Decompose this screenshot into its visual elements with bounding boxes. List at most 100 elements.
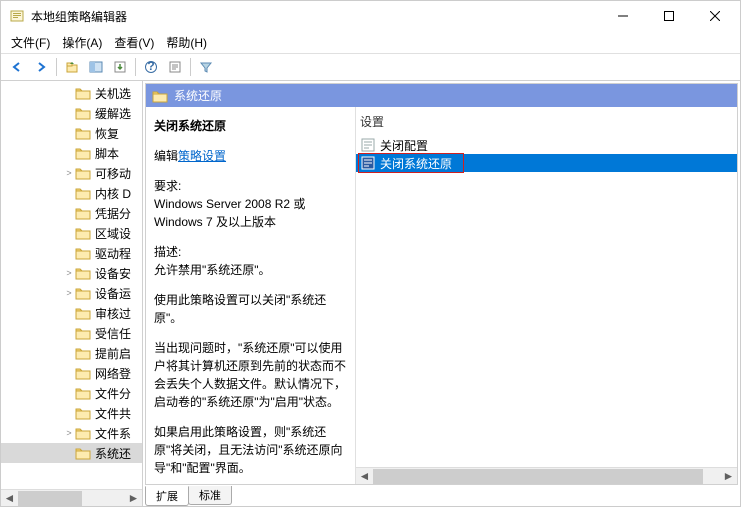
tree-item-label: 设备安	[95, 265, 131, 282]
tree-item-label: 内核 D	[95, 185, 131, 202]
tree-item[interactable]: 受信任	[1, 323, 142, 343]
tree-item[interactable]: 提前启	[1, 343, 142, 363]
settings-header: 设置	[356, 107, 737, 136]
folder-icon	[75, 166, 91, 180]
tree-item[interactable]: 缓解选	[1, 103, 142, 123]
folder-icon	[75, 386, 91, 400]
tree-item-label: 缓解选	[95, 105, 131, 122]
folder-icon	[75, 86, 91, 100]
expander-icon[interactable]: >	[63, 168, 75, 178]
tree-item-label: 系统还	[95, 445, 131, 462]
tree-item[interactable]: > 可移动	[1, 163, 142, 183]
settings-hscrollbar[interactable]: ◄ ►	[356, 467, 737, 484]
scroll-thumb[interactable]	[18, 491, 82, 506]
folder-icon	[75, 326, 91, 340]
help-button[interactable]: ?	[140, 56, 162, 78]
setting-item[interactable]: 关闭配置	[356, 136, 737, 154]
tree-item[interactable]: 文件共	[1, 403, 142, 423]
tree-item-label: 脚本	[95, 145, 119, 162]
back-button[interactable]	[6, 56, 28, 78]
minimize-button[interactable]	[600, 1, 646, 31]
scroll-track[interactable]	[18, 491, 125, 506]
folder-icon	[75, 106, 91, 120]
tree-item[interactable]: 脚本	[1, 143, 142, 163]
expander-icon[interactable]: >	[63, 428, 75, 438]
tree-item-label: 驱动程	[95, 245, 131, 262]
setting-item[interactable]: 关闭系统还原	[356, 154, 737, 172]
tree-item[interactable]: 区域设	[1, 223, 142, 243]
folder-icon	[75, 206, 91, 220]
description-text-4: 如果启用此策略设置，则"系统还原"将关闭，且无法访问"系统还原向导"和"配置"界…	[154, 423, 347, 477]
expander-icon[interactable]: >	[63, 288, 75, 298]
toolbar: ?	[1, 53, 740, 81]
tree-item[interactable]: 驱动程	[1, 243, 142, 263]
scroll-thumb[interactable]	[373, 469, 703, 484]
detail-split: 关闭系统还原 编辑策略设置 要求: Windows Server 2008 R2…	[146, 107, 737, 484]
up-button[interactable]	[61, 56, 83, 78]
scroll-track[interactable]	[373, 469, 720, 484]
setting-label: 关闭配置	[380, 137, 428, 154]
tree-item-label: 受信任	[95, 325, 131, 342]
tree-item-label: 恢复	[95, 125, 119, 142]
folder-icon	[75, 226, 91, 240]
tree-item-label: 文件系	[95, 425, 131, 442]
tree-item[interactable]: > 设备安	[1, 263, 142, 283]
scroll-left-button[interactable]: ◄	[1, 491, 18, 506]
folder-icon	[75, 126, 91, 140]
tab-extended[interactable]: 扩展	[145, 486, 189, 506]
edit-line: 编辑策略设置	[154, 147, 347, 165]
folder-icon	[75, 246, 91, 260]
description-label: 描述: 允许禁用"系统还原"。	[154, 243, 347, 279]
settings-list[interactable]: 关闭配置关闭系统还原	[356, 136, 737, 467]
export-button[interactable]	[109, 56, 131, 78]
edit-policy-link[interactable]: 策略设置	[178, 149, 226, 163]
policy-icon	[360, 137, 376, 153]
tree-pane: 关机选缓解选恢复脚本 > 可移动内核 D凭据分区域设驱动程 > 设备安 > 设备运审核过受信…	[1, 81, 143, 506]
tree-item[interactable]: 恢复	[1, 123, 142, 143]
folder-icon	[75, 306, 91, 320]
description-pane: 关闭系统还原 编辑策略设置 要求: Windows Server 2008 R2…	[146, 107, 356, 484]
tab-standard[interactable]: 标准	[188, 486, 232, 505]
close-button[interactable]	[692, 1, 738, 31]
expander-icon[interactable]: >	[63, 268, 75, 278]
forward-button[interactable]	[30, 56, 52, 78]
tree-item[interactable]: 文件分	[1, 383, 142, 403]
scroll-left-button[interactable]: ◄	[356, 469, 373, 484]
tree-item[interactable]: > 设备运	[1, 283, 142, 303]
tree-item[interactable]: > 文件系	[1, 423, 142, 443]
policy-icon	[360, 155, 376, 171]
right-pane: 系统还原 关闭系统还原 编辑策略设置 要求: Windows Server 20…	[143, 81, 740, 506]
tree-item[interactable]: 网络登	[1, 363, 142, 383]
folder-icon	[75, 266, 91, 280]
tree-list[interactable]: 关机选缓解选恢复脚本 > 可移动内核 D凭据分区域设驱动程 > 设备安 > 设备运审核过受信…	[1, 81, 142, 489]
folder-icon	[75, 426, 91, 440]
tree-item-label: 设备运	[95, 285, 131, 302]
menu-view[interactable]: 查看(V)	[108, 32, 160, 53]
toolbar-separator	[190, 58, 191, 76]
tree-hscrollbar[interactable]: ◄ ►	[1, 489, 142, 506]
right-body: 系统还原 关闭系统还原 编辑策略设置 要求: Windows Server 20…	[145, 83, 738, 485]
scroll-right-button[interactable]: ►	[720, 469, 737, 484]
filter-button[interactable]	[195, 56, 217, 78]
properties-button[interactable]	[164, 56, 186, 78]
tree-item[interactable]: 系统还	[1, 443, 142, 463]
tree-item[interactable]: 内核 D	[1, 183, 142, 203]
app-icon	[9, 8, 25, 24]
maximize-button[interactable]	[646, 1, 692, 31]
menu-help[interactable]: 帮助(H)	[160, 32, 213, 53]
tree-item[interactable]: 审核过	[1, 303, 142, 323]
scroll-right-button[interactable]: ►	[125, 491, 142, 506]
toolbar-separator	[135, 58, 136, 76]
menu-file[interactable]: 文件(F)	[5, 32, 56, 53]
tree-item-label: 可移动	[95, 165, 131, 182]
tree-item-label: 区域设	[95, 225, 131, 242]
settings-pane: 设置 关闭配置关闭系统还原 ◄ ►	[356, 107, 737, 484]
tree-item[interactable]: 关机选	[1, 83, 142, 103]
svg-text:?: ?	[147, 60, 154, 73]
menu-action[interactable]: 操作(A)	[56, 32, 108, 53]
show-hide-tree-button[interactable]	[85, 56, 107, 78]
folder-icon	[75, 446, 91, 460]
tree-item[interactable]: 凭据分	[1, 203, 142, 223]
folder-icon	[75, 406, 91, 420]
content-area: 关机选缓解选恢复脚本 > 可移动内核 D凭据分区域设驱动程 > 设备安 > 设备运审核过受信…	[1, 81, 740, 506]
